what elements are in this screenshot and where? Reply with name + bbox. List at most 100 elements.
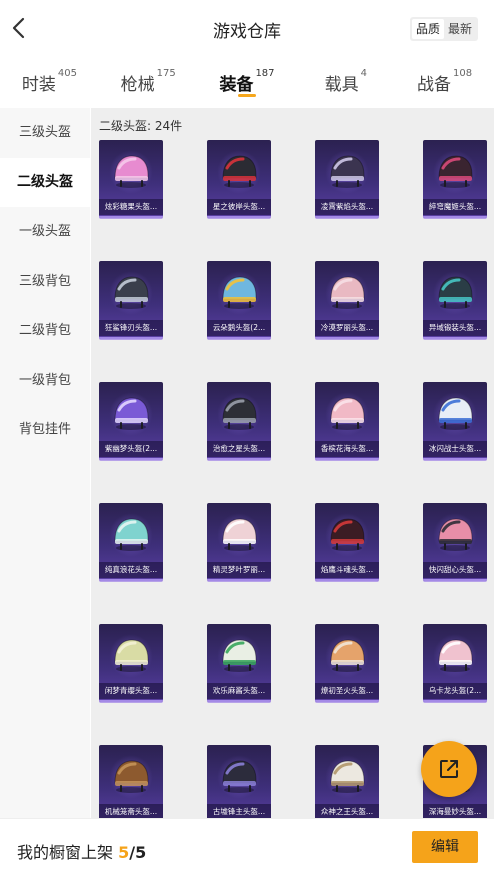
item-card[interactable]: 燎初圣火头盔... bbox=[315, 624, 379, 702]
item-card[interactable]: 欢乐麻酱头盔... bbox=[207, 624, 271, 702]
helmet-icon bbox=[330, 276, 365, 309]
item-card[interactable]: 纯真浪花头盔... bbox=[99, 503, 163, 581]
helmet-icon bbox=[438, 518, 473, 551]
item-card[interactable]: 乌卡龙头盔(2... bbox=[423, 624, 487, 702]
tab-label: 装备 bbox=[219, 75, 254, 95]
item-card[interactable]: 古墟锋主头盔... bbox=[207, 745, 271, 818]
tab-supplies[interactable]: 战备108 bbox=[395, 58, 494, 106]
helmet-icon bbox=[222, 760, 257, 793]
item-name: 欢乐麻酱头盔... bbox=[207, 683, 271, 699]
item-card[interactable]: 异域锻装头盔... bbox=[423, 261, 487, 339]
helmet-icon bbox=[114, 155, 149, 188]
item-card[interactable]: 冰闪战士头盔... bbox=[423, 382, 487, 460]
item-name: 深海曼妙头盔... bbox=[423, 804, 487, 818]
sidebar-item-lv3-backpack[interactable]: 三级背包 bbox=[0, 257, 90, 307]
sort-option-latest[interactable]: 最新 bbox=[444, 19, 476, 39]
sidebar-item-lv2-backpack[interactable]: 二级背包 bbox=[0, 306, 90, 356]
helmet-icon bbox=[438, 639, 473, 672]
item-card[interactable]: 云朵鹅头盔(2... bbox=[207, 261, 271, 339]
category-tabs: 时装405 枪械175 装备187 载具4 战备108 bbox=[0, 58, 494, 106]
item-name: 冷漠罗丽头盔... bbox=[315, 320, 379, 336]
helmet-icon bbox=[330, 155, 365, 188]
sidebar: 三级头盔 二级头盔 一级头盔 三级背包 二级背包 一级背包 背包挂件 bbox=[0, 108, 90, 818]
helmet-icon bbox=[438, 276, 473, 309]
helmet-icon bbox=[330, 518, 365, 551]
item-name: 纯真浪花头盔... bbox=[99, 562, 163, 578]
item-card[interactable]: 綷穹魔姬头盔... bbox=[423, 140, 487, 218]
tab-fashion[interactable]: 时装405 bbox=[0, 58, 99, 106]
sidebar-item-lv1-backpack[interactable]: 一级背包 bbox=[0, 356, 90, 406]
item-card[interactable]: 狂鲨锋刃头盔... bbox=[99, 261, 163, 339]
item-card[interactable]: 星之彼岸头盔... bbox=[207, 140, 271, 218]
item-card[interactable]: 紫幽梦头盔(2... bbox=[99, 382, 163, 460]
tab-count: 187 bbox=[255, 68, 275, 79]
helmet-icon bbox=[114, 760, 149, 793]
helmet-icon bbox=[222, 155, 257, 188]
helmet-icon bbox=[330, 397, 365, 430]
sort-toggle: 品质 最新 bbox=[409, 17, 478, 41]
helmet-icon bbox=[222, 397, 257, 430]
item-panel: 二级头盔: 24件 炫彩糖果头盔... 星之彼岸头盔... 凌霄紫焰头盔... 綷穹魔… bbox=[91, 108, 494, 818]
tab-label: 枪械 bbox=[120, 75, 155, 95]
item-name: 精灵梦叶罗丽... bbox=[207, 562, 271, 578]
item-name: 香槟花海头盔... bbox=[315, 441, 379, 457]
helmet-icon bbox=[222, 518, 257, 551]
showcase-current: 5 bbox=[118, 843, 130, 862]
helmet-icon bbox=[114, 518, 149, 551]
item-name: 古墟锋主头盔... bbox=[207, 804, 271, 818]
item-card[interactable]: 炫彩糖果头盔... bbox=[99, 140, 163, 218]
item-card[interactable]: 冷漠罗丽头盔... bbox=[315, 261, 379, 339]
item-card[interactable]: 凌霄紫焰头盔... bbox=[315, 140, 379, 218]
external-link-icon bbox=[440, 760, 458, 778]
sidebar-item-backpack-charm[interactable]: 背包挂件 bbox=[0, 405, 90, 455]
item-name: 紫幽梦头盔(2... bbox=[99, 441, 163, 457]
sort-option-quality[interactable]: 品质 bbox=[411, 19, 444, 39]
item-card[interactable]: 机械笼斋头盔... bbox=[99, 745, 163, 818]
item-card[interactable]: 香槟花海头盔... bbox=[315, 382, 379, 460]
header: 游戏仓库 品质 最新 bbox=[0, 0, 494, 58]
sidebar-item-lv2-helmet[interactable]: 二级头盔 bbox=[0, 157, 90, 207]
helmet-icon bbox=[114, 276, 149, 309]
item-count-label: 二级头盔: 24件 bbox=[99, 119, 183, 133]
bottom-bar: 我的橱窗上架 5/5 编辑 bbox=[0, 818, 494, 875]
item-name: 机械笼斋头盔... bbox=[99, 804, 163, 818]
helmet-icon bbox=[330, 639, 365, 672]
item-name: 炫彩糖果头盔... bbox=[99, 199, 163, 215]
item-card[interactable]: 治愈之星头盔... bbox=[207, 382, 271, 460]
showcase-total: 5 bbox=[135, 843, 147, 862]
item-name: 快闪甜心头盔... bbox=[423, 562, 487, 578]
sidebar-item-lv1-helmet[interactable]: 一级头盔 bbox=[0, 207, 90, 257]
tab-underline bbox=[237, 94, 256, 97]
tab-label: 时装 bbox=[21, 75, 56, 95]
item-card[interactable]: 快闪甜心头盔... bbox=[423, 503, 487, 581]
tab-count: 4 bbox=[360, 68, 367, 79]
item-name: 焰鹰斗魂头盔... bbox=[315, 562, 379, 578]
sidebar-item-lv3-helmet[interactable]: 三级头盔 bbox=[0, 108, 90, 158]
share-button[interactable] bbox=[421, 741, 477, 797]
item-card[interactable]: 众神之王头盔... bbox=[315, 745, 379, 818]
tab-vehicles[interactable]: 载具4 bbox=[296, 58, 395, 106]
helmet-icon bbox=[222, 639, 257, 672]
helmet-icon bbox=[114, 397, 149, 430]
showcase-label: 我的橱窗上架 bbox=[17, 843, 114, 862]
tab-guns[interactable]: 枪械175 bbox=[99, 58, 198, 106]
item-grid: 炫彩糖果头盔... 星之彼岸头盔... 凌霄紫焰头盔... 綷穹魔姬头盔... 狂鲨锋刃… bbox=[99, 140, 494, 818]
item-name: 星之彼岸头盔... bbox=[207, 199, 271, 215]
helmet-icon bbox=[114, 639, 149, 672]
edit-button[interactable]: 编辑 bbox=[412, 831, 478, 863]
tab-count: 175 bbox=[156, 68, 176, 79]
showcase-status: 我的橱窗上架 5/5 bbox=[17, 839, 146, 863]
item-card[interactable]: 闲梦青缨头盔... bbox=[99, 624, 163, 702]
tab-equipment[interactable]: 装备187 bbox=[198, 58, 297, 106]
item-card[interactable]: 焰鹰斗魂头盔... bbox=[315, 503, 379, 581]
tab-label: 载具 bbox=[324, 75, 359, 95]
item-name: 狂鲨锋刃头盔... bbox=[99, 320, 163, 336]
item-card[interactable]: 精灵梦叶罗丽... bbox=[207, 503, 271, 581]
item-name: 綷穹魔姬头盔... bbox=[423, 199, 487, 215]
item-name: 乌卡龙头盔(2... bbox=[423, 683, 487, 699]
item-name: 异域锻装头盔... bbox=[423, 320, 487, 336]
item-name: 闲梦青缨头盔... bbox=[99, 683, 163, 699]
helmet-icon bbox=[222, 276, 257, 309]
item-name: 凌霄紫焰头盔... bbox=[315, 199, 379, 215]
item-name: 冰闪战士头盔... bbox=[423, 441, 487, 457]
